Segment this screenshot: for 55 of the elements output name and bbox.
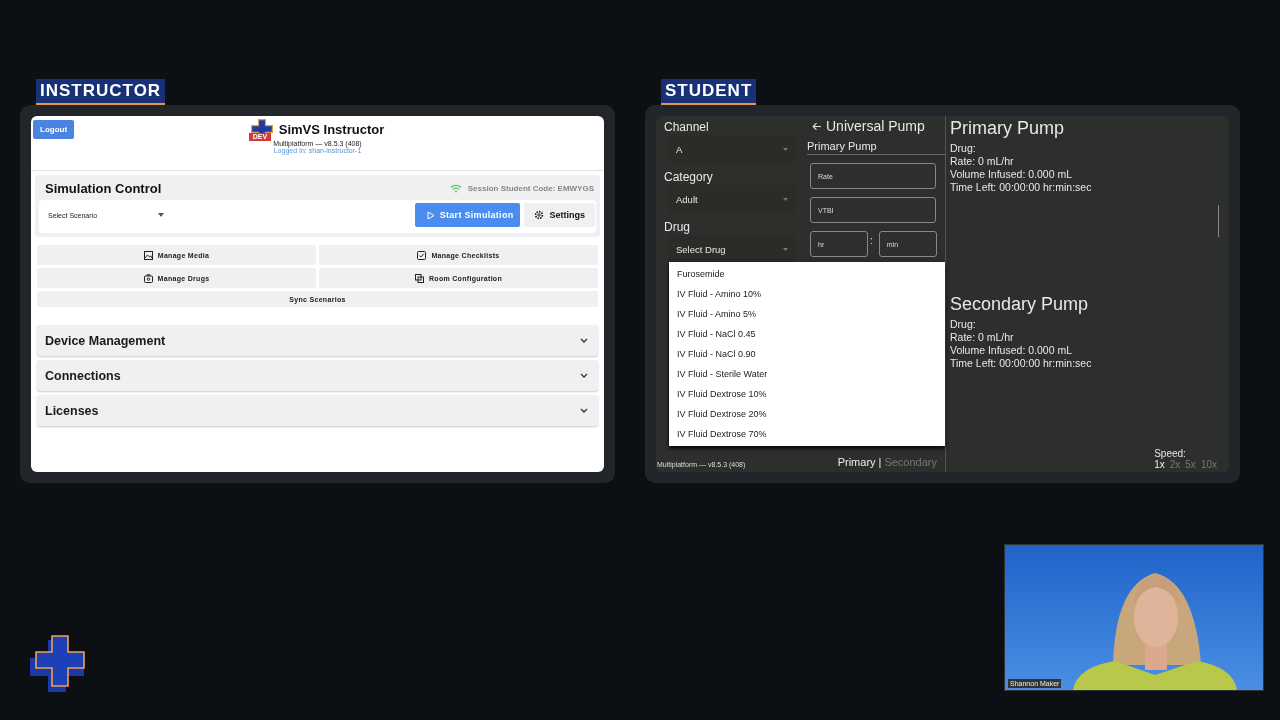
dropdown-item[interactable]: IV Fluid - NaCl 0.45 (669, 324, 945, 344)
session-code: Session Student Code: EMWYGS (467, 184, 594, 193)
dropdown-item[interactable]: Furosemide (669, 264, 945, 284)
speed-label: Speed: (1154, 448, 1187, 459)
time-separator: : (870, 235, 873, 246)
caret-icon (783, 197, 788, 201)
dropdown-select[interactable]: A (670, 137, 794, 161)
dropdown-item[interactable]: IV Fluid Dextrose 20% (669, 404, 945, 424)
speed-option[interactable]: 1x (1154, 459, 1165, 470)
caret-icon (783, 247, 788, 251)
section-title: Simulation Control (45, 181, 162, 196)
tab-separator: | (878, 456, 882, 468)
caret-icon (783, 147, 788, 151)
field-label: Category (664, 170, 714, 184)
settings-icon (534, 210, 545, 220)
briefcase-icon (143, 273, 153, 283)
field-label: Channel (664, 120, 710, 134)
app-title: SimVS Instructor (278, 121, 385, 137)
accordion-header[interactable]: Connections (37, 360, 598, 391)
dropdown-item[interactable]: IV Fluid Dextrose 70% (669, 424, 945, 444)
accordion-header[interactable]: Device Management (37, 325, 598, 356)
play-icon (426, 210, 435, 220)
field-label: Drug (664, 220, 691, 234)
pump-status-line: Rate: 0 mL/hr (950, 155, 1015, 168)
student-label: STUDENT (661, 79, 757, 105)
dropdown-select[interactable]: Select Drug (670, 237, 794, 261)
pump-status-line: Drug: (950, 142, 977, 155)
back-arrow-icon[interactable] (812, 121, 822, 131)
pump-heading: Primary Pump (950, 118, 1066, 139)
dropdown-select[interactable]: Adult (670, 187, 794, 211)
settings-button[interactable]: Settings (524, 203, 595, 227)
dropdown-item[interactable]: IV Fluid - NaCl 0.90 (669, 344, 945, 364)
pump-status-line: Volume Infused: 0.000 mL (950, 168, 1073, 181)
dropdown-item[interactable]: IV Fluid - Sterile Water (669, 364, 945, 384)
dropdown-item[interactable]: IV Fluid Dextrose 10% (669, 384, 945, 404)
pump-status-line: Drug: (950, 318, 977, 331)
pump-status-line: Time Left: 00:00:00 hr:min:sec (950, 357, 1093, 370)
accordion-header[interactable]: Licenses (37, 395, 598, 426)
cross-logo-icon (28, 634, 88, 692)
dropdown-item[interactable]: IV Fluid - Amino 5% (669, 304, 945, 324)
logout-button[interactable]: Logout (33, 120, 75, 139)
wifi-icon (449, 184, 462, 193)
pump-heading: Secondary Pump (950, 294, 1090, 315)
image-icon (143, 250, 153, 260)
instructor-label: INSTRUCTOR (36, 79, 166, 105)
pump-status-line: Volume Infused: 0.000 mL (950, 344, 1073, 357)
pump-status-line: Time Left: 00:00:00 hr:min:sec (950, 181, 1093, 194)
checkbox-icon (417, 250, 427, 260)
pump-subtitle: Primary Pump (807, 140, 945, 155)
pump-tab[interactable]: Primary (837, 456, 876, 468)
pump-title: Universal Pump (826, 118, 925, 134)
copy-icon (414, 273, 424, 283)
caret-icon (158, 213, 164, 217)
dropdown-item[interactable]: IV Fluid - Amino 10% (669, 284, 945, 304)
pump-status-line: Rate: 0 mL/hr (950, 331, 1015, 344)
